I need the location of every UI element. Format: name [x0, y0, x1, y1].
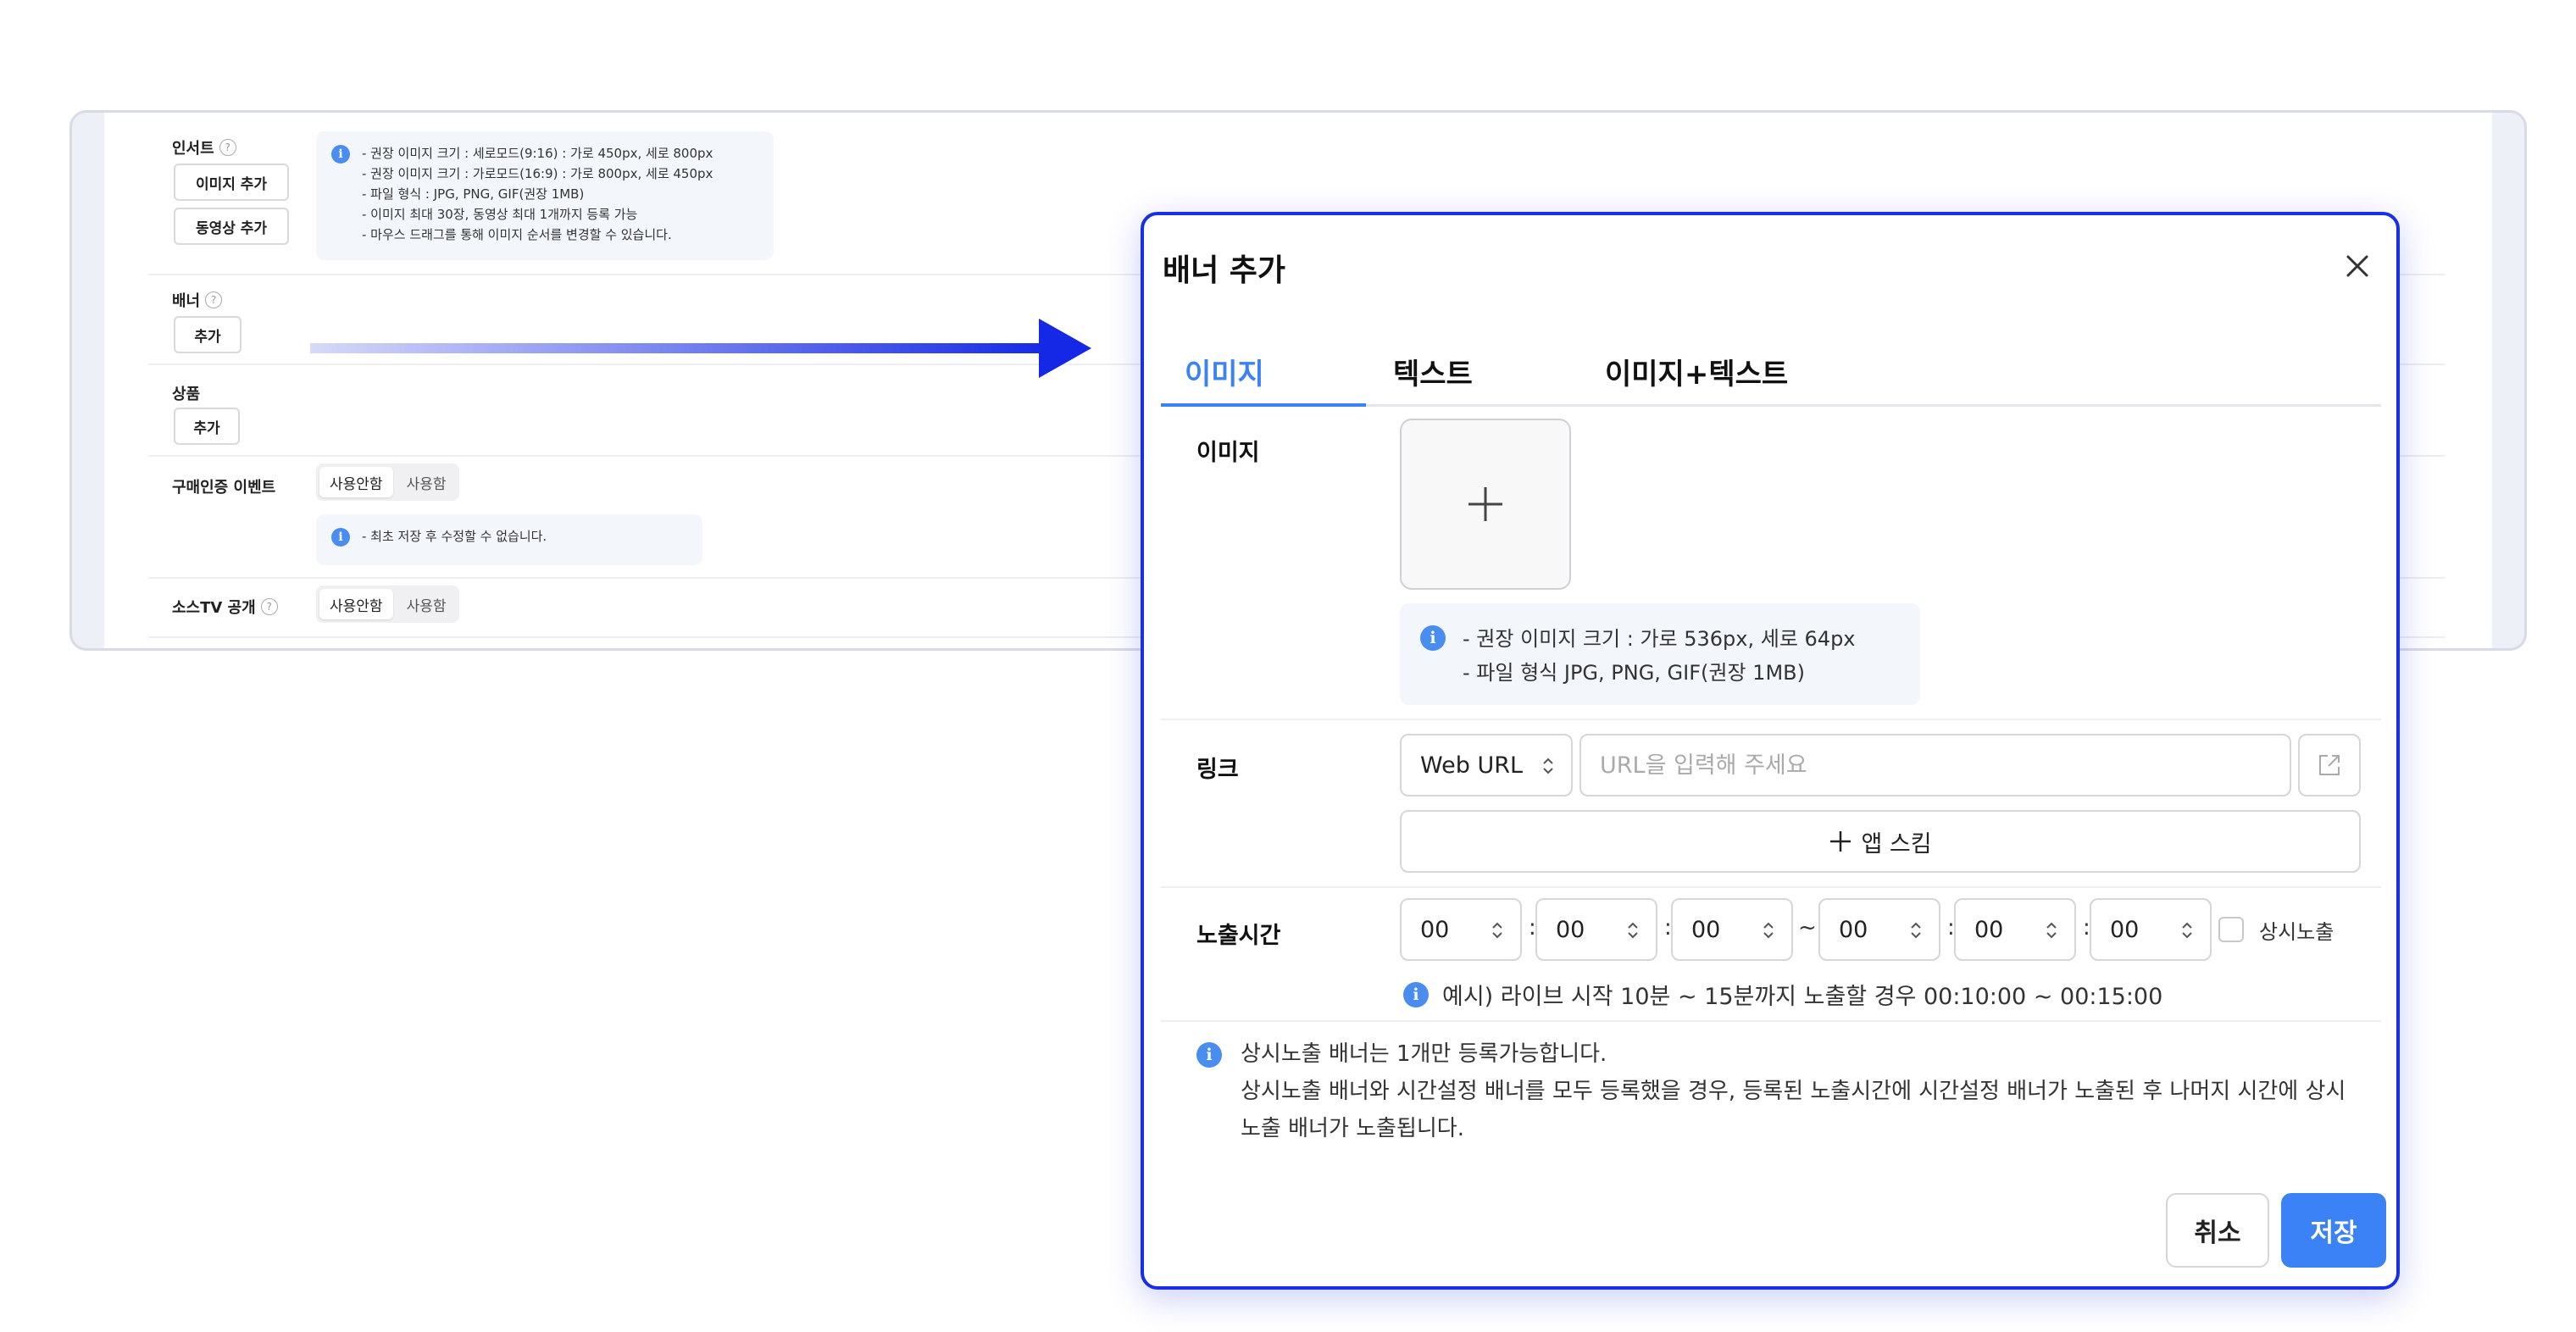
info-line: - 권장 이미지 크기 : 세로모드(9:16) : 가로 450px, 세로 …	[362, 146, 713, 161]
option-off[interactable]: 사용안함	[319, 589, 393, 619]
updown-chevron-icon	[2046, 922, 2057, 939]
banner-add-button[interactable]: 추가	[174, 316, 242, 353]
image-info-box: i - 권장 이미지 크기 : 가로 536px, 세로 64px - 파일 형…	[1400, 603, 1920, 705]
help-icon[interactable]: ?	[219, 139, 236, 156]
divider	[1161, 719, 2381, 720]
modal-title: 배너 추가	[1163, 253, 1286, 288]
tab-text[interactable]: 텍스트	[1393, 351, 1473, 407]
purchase-event-label: 구매인증 이벤트	[172, 479, 276, 497]
plus-icon	[1830, 831, 1852, 852]
purchase-event-toggle: 사용안함 사용함	[316, 463, 460, 501]
always-show-checkbox[interactable]	[2218, 917, 2244, 942]
info-icon: i	[1403, 981, 1429, 1007]
updown-chevron-icon	[1911, 922, 1921, 939]
help-icon[interactable]: ?	[260, 598, 278, 615]
range-tilde: ~	[1798, 915, 1817, 941]
always-show-label[interactable]: 상시노출	[2259, 915, 2334, 945]
start-second-stepper[interactable]: 00	[1671, 898, 1793, 961]
info-line: - 이미지 최대 30장, 동영상 최대 1개까지 등록 가능	[362, 207, 638, 222]
purchase-event-info-box: i - 최초 저장 후 수정할 수 없습니다.	[316, 514, 702, 565]
product-label: 상품	[172, 386, 201, 403]
info-icon: i	[331, 145, 350, 164]
updown-chevron-icon	[2182, 922, 2192, 939]
image-section-label: 이미지	[1196, 440, 1260, 466]
updown-chevron-icon	[1763, 922, 1774, 939]
open-link-button[interactable]	[2298, 734, 2361, 796]
option-on[interactable]: 사용함	[397, 467, 457, 497]
info-icon: i	[1196, 1042, 1222, 1068]
tab-bar: 이미지 텍스트 이미지+텍스트	[1161, 344, 2381, 407]
insert-info-box: i - 권장 이미지 크기 : 세로모드(9:16) : 가로 450px, 세…	[316, 131, 774, 260]
info-line: - 최초 저장 후 수정할 수 없습니다.	[362, 529, 547, 544]
add-video-button[interactable]: 동영상 추가	[174, 208, 289, 245]
display-time-label: 노출시간	[1196, 923, 1281, 949]
divider	[1161, 1020, 2381, 1022]
plus-icon	[1468, 487, 1502, 521]
updown-chevron-icon	[1492, 922, 1502, 939]
sauce-tv-label: 소스TV 공개 ?	[172, 596, 278, 618]
link-section-label: 링크	[1196, 757, 1239, 783]
active-tab-indicator	[1161, 403, 1366, 407]
end-second-stepper[interactable]: 00	[2090, 898, 2212, 961]
sauce-tv-toggle: 사용안함 사용함	[316, 586, 460, 623]
app-scheme-button[interactable]: 앱 스킴	[1400, 810, 2361, 873]
arrow-line	[310, 343, 1056, 353]
updown-chevron-icon	[1628, 922, 1638, 939]
start-minute-stepper[interactable]: 00	[1535, 898, 1657, 961]
option-on[interactable]: 사용함	[397, 589, 457, 619]
info-line: - 권장 이미지 크기 : 가로모드(16:9) : 가로 800px, 세로 …	[362, 166, 713, 181]
save-button[interactable]: 저장	[2281, 1193, 2386, 1268]
divider	[1161, 886, 2381, 888]
info-line: - 권장 이미지 크기 : 가로 536px, 세로 64px	[1463, 627, 1856, 651]
info-line: - 마우스 드래그를 통해 이미지 순서를 변경할 수 있습니다.	[362, 227, 672, 242]
info-icon: i	[1420, 625, 1446, 651]
time-example: i 예시) 라이브 시작 10분 ~ 15분까지 노출할 경우 00:10:00…	[1403, 978, 2162, 1011]
tab-image[interactable]: 이미지	[1185, 351, 1264, 407]
end-minute-stepper[interactable]: 00	[1954, 898, 2076, 961]
arrow-right-icon	[1039, 319, 1091, 378]
tab-image-text[interactable]: 이미지+텍스트	[1605, 351, 1788, 407]
external-link-icon	[2319, 755, 2340, 775]
product-add-button[interactable]: 추가	[174, 408, 240, 445]
cancel-button[interactable]: 취소	[2166, 1193, 2269, 1268]
info-line: - 파일 형식 JPG, PNG, GIF(권장 1MB)	[1463, 661, 1805, 685]
image-upload-box[interactable]	[1400, 419, 1571, 590]
link-type-select[interactable]: Web URL	[1400, 734, 1573, 796]
info-icon: i	[331, 528, 350, 547]
insert-label: 인서트 ?	[172, 136, 236, 158]
start-hour-stepper[interactable]: 00	[1400, 898, 1522, 961]
add-banner-modal: 배너 추가 이미지 텍스트 이미지+텍스트 이미지 i - 권장 이미지 크기 …	[1141, 212, 2400, 1290]
help-icon[interactable]: ?	[205, 291, 223, 308]
notice-line: 상시노출 배너와 시간설정 배너를 모두 등록했을 경우, 등록된 노출시간에 …	[1241, 1079, 2346, 1141]
notice-line: 상시노출 배너는 1개만 등록가능합니다.	[1241, 1041, 1607, 1067]
url-input[interactable]	[1579, 734, 2291, 796]
banner-label: 배너 ?	[172, 289, 223, 311]
option-off[interactable]: 사용안함	[319, 467, 393, 497]
notice-text: i 상시노출 배너는 1개만 등록가능합니다. 상시노출 배너와 시간설정 배너…	[1196, 1035, 2366, 1147]
updown-chevron-icon	[1543, 758, 1553, 774]
add-image-button[interactable]: 이미지 추가	[174, 164, 289, 201]
end-hour-stepper[interactable]: 00	[1818, 898, 1940, 961]
close-icon[interactable]	[2340, 249, 2374, 283]
info-line: - 파일 형식 : JPG, PNG, GIF(권장 1MB)	[362, 186, 585, 202]
